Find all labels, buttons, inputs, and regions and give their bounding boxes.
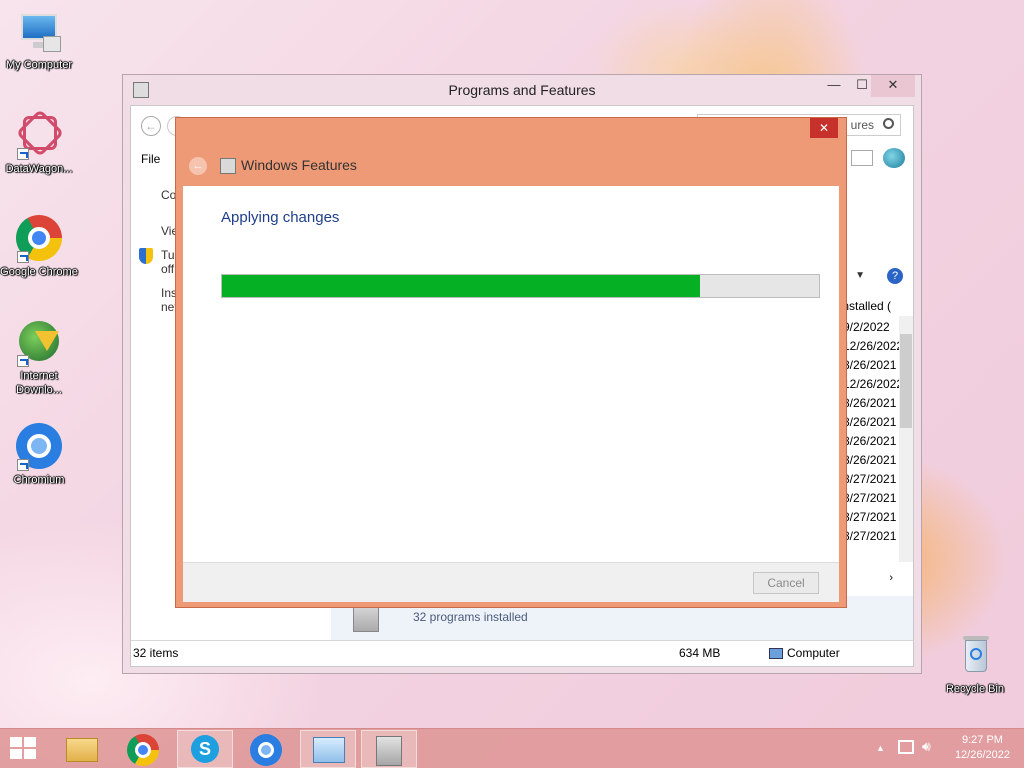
- desktop-icon-recycle-bin[interactable]: Recycle Bin: [936, 632, 1014, 696]
- system-clock[interactable]: 9:27 PM 12/26/2022: [955, 733, 1010, 763]
- list-item[interactable]: 8/27/2021: [843, 470, 899, 489]
- list-item[interactable]: 12/26/2022: [843, 375, 899, 394]
- volume-icon[interactable]: 🔊︎: [922, 738, 931, 755]
- list-item[interactable]: 8/27/2021: [843, 527, 899, 546]
- desktop-icon-label: Internet Downlo...: [16, 370, 62, 396]
- programs-count: 32 programs installed: [413, 610, 528, 624]
- view-options-icon[interactable]: [851, 150, 873, 166]
- windows-features-icon: [220, 158, 236, 174]
- scrollbar-thumb[interactable]: [900, 334, 912, 428]
- file-explorer-icon: [66, 738, 98, 762]
- close-button[interactable]: ✕: [810, 118, 838, 138]
- chrome-icon: [127, 734, 159, 766]
- list-item[interactable]: 8/26/2021: [843, 394, 899, 413]
- back-arrow-icon[interactable]: ←: [141, 116, 161, 136]
- taskbar-programs-installer[interactable]: [361, 730, 417, 768]
- column-header-installed-on[interactable]: Installed (: [839, 296, 909, 316]
- shortcut-arrow-icon: [17, 459, 29, 471]
- show-hidden-icons-button[interactable]: ▲: [876, 743, 885, 753]
- clock-time: 9:27 PM: [961, 734, 1003, 746]
- list-item[interactable]: 8/26/2021: [843, 356, 899, 375]
- taskbar-skype[interactable]: S: [177, 730, 233, 768]
- list-item[interactable]: 8/26/2021: [843, 413, 899, 432]
- status-size: 634 MB: [679, 646, 721, 660]
- network-icon[interactable]: [898, 740, 914, 754]
- desktop-icon-label: My Computer: [5, 59, 73, 71]
- status-heading: Applying changes: [221, 209, 340, 226]
- shortcut-arrow-icon: [17, 355, 29, 367]
- close-button[interactable]: ✕: [871, 75, 915, 97]
- list-item[interactable]: 8/27/2021: [843, 508, 899, 527]
- windows-features-dialog[interactable]: ✕ ← Windows Features Applying changes Ca…: [175, 117, 847, 608]
- desktop-icon-google-chrome[interactable]: Google Chrome: [0, 215, 78, 279]
- list-item[interactable]: 8/26/2021: [843, 432, 899, 451]
- datawagon-icon: [15, 108, 65, 160]
- status-bar: 32 items 634 MB Computer: [131, 640, 913, 666]
- desktop-icon-label: DataWagon...: [5, 163, 73, 175]
- taskbar-chrome[interactable]: [115, 730, 171, 768]
- progress-bar-fill: [222, 275, 700, 297]
- desktop-icon-datawagon[interactable]: DataWagon...: [0, 108, 78, 176]
- sidebar-link[interactable]: off: [161, 262, 174, 276]
- start-button[interactable]: [10, 737, 38, 761]
- programs-installer-icon: [376, 736, 402, 766]
- shield-icon: [139, 248, 153, 264]
- shortcut-arrow-icon: [17, 148, 29, 160]
- taskbar-chromium[interactable]: [238, 730, 294, 768]
- status-items: 32 items: [133, 646, 179, 660]
- chevron-down-icon[interactable]: ▼: [855, 270, 865, 281]
- chrome-icon: [15, 215, 63, 263]
- desktop-icon-chromium[interactable]: Chromium: [0, 423, 78, 487]
- search-placeholder: ures: [850, 118, 874, 132]
- dialog-content: Applying changes: [183, 186, 839, 562]
- chromium-icon: [15, 423, 63, 471]
- taskbar-control-panel[interactable]: [300, 730, 356, 768]
- control-panel-icon: [313, 737, 345, 763]
- chevron-right-icon[interactable]: ›: [889, 572, 893, 584]
- computer-icon: [769, 648, 783, 660]
- internet-download-manager-icon: [15, 319, 63, 367]
- chromium-icon: [250, 734, 282, 766]
- minimize-button[interactable]: —: [819, 75, 849, 97]
- clock-date: 12/26/2022: [954, 749, 1010, 761]
- progress-bar: [221, 274, 820, 298]
- vertical-scrollbar[interactable]: [899, 316, 913, 562]
- computer-icon: [15, 8, 63, 56]
- taskbar-file-explorer[interactable]: [54, 730, 110, 768]
- desktop-icon-label: Recycle Bin: [945, 683, 1005, 695]
- taskbar: S ▲ 🔊︎ 9:27 PM 12/26/2022: [0, 728, 1024, 768]
- help-icon[interactable]: ?: [887, 268, 903, 284]
- list-item[interactable]: 9/2/2022: [843, 318, 899, 337]
- list-item[interactable]: 8/26/2021: [843, 451, 899, 470]
- back-arrow-icon[interactable]: ←: [189, 157, 207, 175]
- window-title: Programs and Features: [448, 82, 596, 98]
- recycle-bin-icon: [951, 632, 999, 680]
- status-location: Computer: [769, 641, 840, 665]
- list-item[interactable]: 12/26/2022: [843, 337, 899, 356]
- dialog-title: Windows Features: [241, 157, 357, 173]
- search-icon: [883, 118, 894, 129]
- dialog-footer: Cancel: [183, 562, 839, 602]
- menu-file[interactable]: File: [141, 152, 160, 166]
- shortcut-arrow-icon: [17, 251, 29, 263]
- list-item[interactable]: 8/27/2021: [843, 489, 899, 508]
- desktop-icon-my-computer[interactable]: My Computer: [0, 8, 78, 72]
- cancel-button[interactable]: Cancel: [753, 572, 819, 594]
- desktop-icon-label: Google Chrome: [0, 266, 78, 278]
- skype-icon: S: [191, 735, 219, 763]
- desktop-icon-label: Chromium: [13, 474, 65, 486]
- installed-dates-list: 9/2/2022 12/26/2022 8/26/2021 12/26/2022…: [843, 318, 899, 546]
- help-globe-icon[interactable]: [883, 148, 905, 168]
- desktop-icon-internet-download-manager[interactable]: Internet Downlo...: [0, 319, 78, 397]
